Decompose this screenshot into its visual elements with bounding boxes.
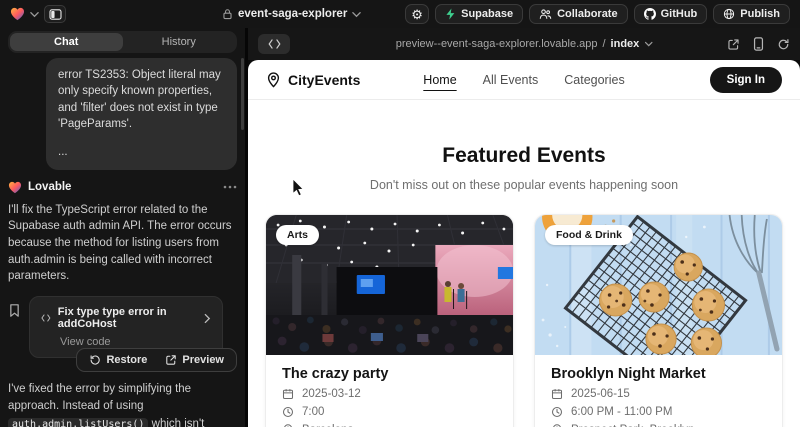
hero-subtitle: Don't miss out on these popular events h… [248,178,800,192]
calendar-icon [551,388,563,400]
people-icon [539,8,552,20]
assistant-result-text: I've fixed the error by simplifying the … [8,381,237,427]
code-view-button[interactable] [258,34,290,54]
event-card-crazy-party[interactable]: Arts The crazy party 2025-03-12 7:00 [265,214,514,427]
top-bar: event-saga-explorer ⚙ Supabase Collabora… [0,0,800,28]
url-chevron-down-icon [644,41,652,47]
preview-site: CityEvents Home All Events Categories Si… [248,60,800,427]
map-pin-icon [266,72,281,88]
toggle-sidebar-button[interactable] [44,5,66,23]
bookmark-icon[interactable] [8,303,21,318]
event-card-brooklyn-market[interactable]: Food & Drink Brooklyn Night Market 2025-… [534,214,783,427]
assistant-intro-text: I'll fix the TypeScript error related to… [8,202,237,285]
lock-icon [222,8,233,20]
restore-icon [89,354,101,366]
user-message-bubble: error TS2353: Object literal may only sp… [46,58,237,170]
external-link-icon [165,354,177,366]
message-menu-button[interactable] [223,185,237,189]
calendar-icon [282,388,294,400]
lovable-logo-icon[interactable] [10,7,25,21]
github-button[interactable]: GitHub [634,4,708,24]
lovable-avatar-icon [8,181,22,194]
refresh-button[interactable] [777,38,790,51]
chevron-right-icon [204,313,211,324]
clock-icon [551,406,563,418]
chat-sidebar: Chat History error TS2353: Object litera… [0,28,245,427]
event-time-row: 7:00 [282,406,497,418]
mobile-view-button[interactable] [753,37,764,51]
site-brand[interactable]: CityEvents [266,72,360,88]
restore-preview-toolbar: Restore Preview [76,348,237,372]
workspace-chevron-down-icon[interactable] [30,11,39,18]
nav-all-events[interactable]: All Events [483,73,539,87]
sign-in-button[interactable]: Sign In [710,67,782,93]
supabase-button[interactable]: Supabase [435,4,523,24]
globe-icon [723,8,735,20]
restore-button[interactable]: Restore [81,352,155,368]
preview-toolbar: preview--event-saga-explorer.lovable.app… [248,28,800,60]
supabase-bolt-icon [445,8,456,20]
fix-card-title: Fix type type error in addCoHost [58,306,197,330]
event-title: Brooklyn Night Market [551,366,766,382]
view-code-link[interactable]: View code [41,336,211,348]
user-message-text: error TS2353: Object literal may only sp… [58,67,225,132]
preview-button[interactable]: Preview [157,352,232,368]
preview-panel: preview--event-saga-explorer.lovable.app… [248,28,800,427]
tab-chat[interactable]: Chat [10,33,123,51]
category-badge: Arts [276,225,319,245]
sidebar-tabbar: Chat History [8,31,237,53]
site-nav: Home All Events Categories [423,73,624,87]
tab-history[interactable]: History [123,33,236,51]
collaborate-button[interactable]: Collaborate [529,4,628,24]
project-chevron-down-icon [352,11,361,18]
nav-categories[interactable]: Categories [564,73,624,87]
inline-code: auth.admin.listUsers() [8,418,148,427]
site-header: CityEvents Home All Events Categories Si… [248,60,800,100]
user-message-ellipsis[interactable]: ... [58,144,225,160]
project-selector[interactable]: event-saga-explorer [222,0,361,28]
category-badge: Food & Drink [545,225,633,245]
settings-gear-button[interactable]: ⚙ [405,4,429,24]
preview-url-page: index [611,38,640,50]
event-date-row: 2025-03-12 [282,388,497,400]
assistant-name: Lovable [28,181,71,193]
event-title: The crazy party [282,366,497,382]
chat-scrollbar[interactable] [241,58,244,130]
hero-section: Featured Events Don't miss out on these … [248,144,800,192]
hero-title: Featured Events [248,144,800,168]
open-in-new-tab-button[interactable] [727,38,740,51]
event-date-row: 2025-06-15 [551,388,766,400]
featured-events-grid: Arts The crazy party 2025-03-12 7:00 [248,214,800,427]
publish-button[interactable]: Publish [713,4,790,24]
clock-icon [282,406,294,418]
event-time-row: 6:00 PM - 11:00 PM [551,406,766,418]
preview-url-host: preview--event-saga-explorer.lovable.app [396,38,598,50]
nav-home[interactable]: Home [423,73,456,87]
lovable-app-window: event-saga-explorer ⚙ Supabase Collabora… [0,0,800,427]
code-icon [41,313,51,323]
preview-url-selector[interactable]: preview--event-saga-explorer.lovable.app… [396,38,653,50]
github-icon [644,8,656,20]
project-name: event-saga-explorer [238,8,347,20]
